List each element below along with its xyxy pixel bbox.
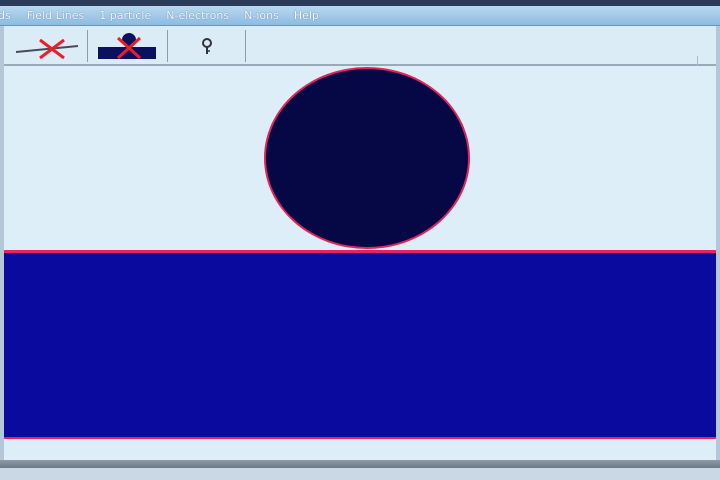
toolbar [0, 26, 720, 86]
menu-item-help[interactable]: Help [294, 9, 319, 22]
horizontal-scrollbar[interactable] [0, 460, 720, 468]
menu-item-n-electrons[interactable]: N-electrons [166, 9, 229, 22]
menu-item-field-lines[interactable]: Field Lines [27, 9, 85, 22]
menu-item-n-ions[interactable]: N-ions [244, 9, 279, 22]
charged-sphere[interactable] [264, 67, 470, 249]
object-delete-icon [98, 33, 156, 60]
key-button[interactable] [168, 30, 246, 62]
delete-field-line-button[interactable] [6, 30, 88, 62]
conducting-plate[interactable] [4, 253, 716, 437]
line-delete-icon [15, 38, 79, 60]
window-right-border [716, 26, 720, 466]
delete-object-button[interactable] [88, 30, 168, 62]
key-icon [202, 38, 212, 54]
menu-bar: ds Field Lines 1 particle N-electrons N-… [0, 6, 720, 26]
menu-item-1-particle[interactable]: 1 particle [99, 9, 151, 22]
window-bottom-edge [0, 468, 720, 480]
plate-bottom-outline [4, 437, 716, 439]
simulation-window: ds Field Lines 1 particle N-electrons N-… [0, 0, 720, 480]
menu-item-fields[interactable]: ds [0, 9, 11, 22]
